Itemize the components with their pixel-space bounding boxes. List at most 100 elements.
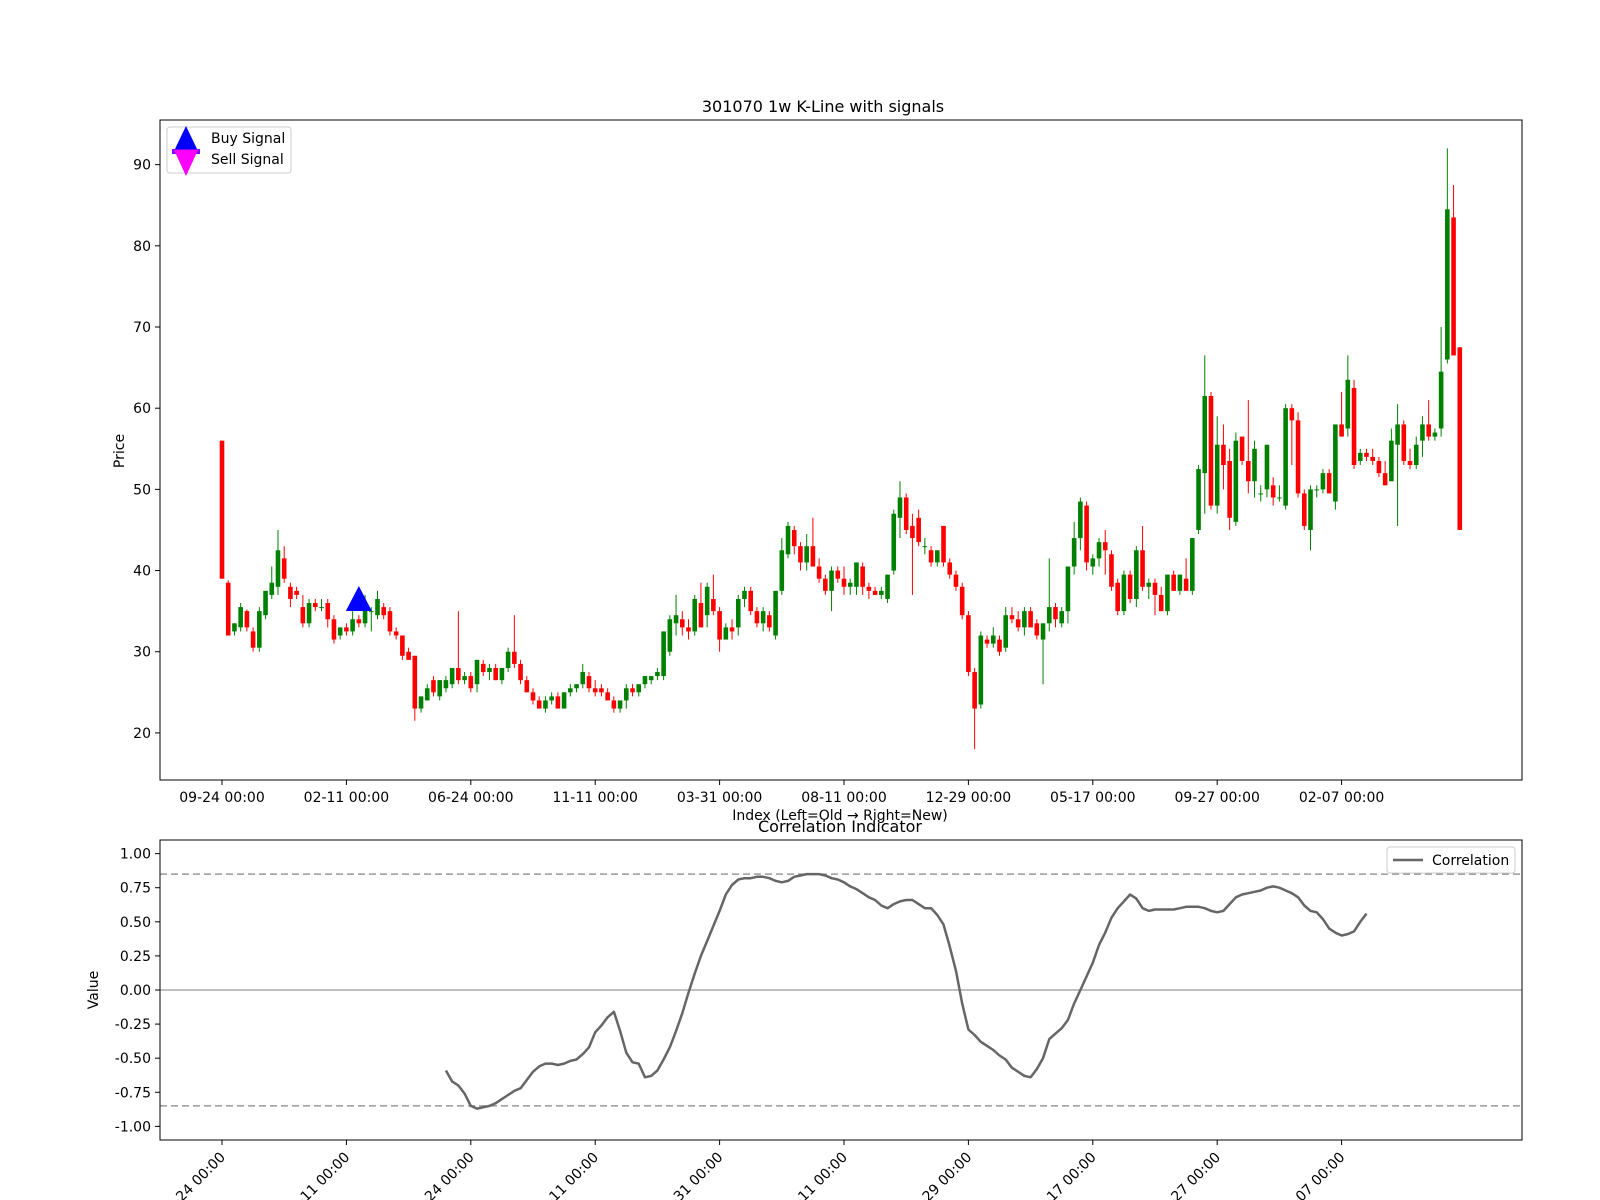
candle-172 — [1289, 404, 1295, 466]
candle-27 — [387, 607, 393, 636]
candle-171 — [1283, 404, 1288, 510]
candle-body-124 — [990, 635, 996, 644]
correlation-y-tick-label-6: -0.50 — [115, 1051, 151, 1067]
correlation-x-tick-label-4: 03-31 00:00 — [655, 1150, 727, 1200]
candle-body-173 — [1295, 420, 1301, 494]
candle-body-134 — [1053, 607, 1058, 620]
candle-37 — [449, 667, 455, 689]
candle-43 — [487, 663, 492, 681]
candle-1 — [225, 580, 231, 636]
candle-57 — [574, 684, 579, 693]
candle-body-1 — [225, 582, 231, 636]
candle-194 — [1426, 400, 1431, 441]
candle-155 — [1183, 558, 1189, 591]
candle-body-67 — [636, 684, 642, 693]
candle-body-78 — [704, 586, 710, 616]
correlation-x-tick-marks — [221, 1140, 1343, 1145]
candle-body-8 — [269, 582, 275, 595]
candle-body-83 — [735, 598, 741, 628]
candle-body-39 — [462, 676, 467, 681]
candle-63 — [611, 696, 617, 713]
candle-128 — [1015, 611, 1021, 632]
candle-body-54 — [555, 696, 561, 709]
candle-142 — [1102, 529, 1108, 575]
candle-body-126 — [1003, 615, 1009, 648]
kline-y-tick-label-1: 30 — [133, 645, 151, 661]
candle-body-59 — [586, 676, 592, 689]
candle-body-11 — [288, 586, 293, 599]
candle-body-160 — [1214, 444, 1220, 506]
candle-body-40 — [468, 676, 474, 689]
candle-body-196 — [1438, 371, 1444, 429]
candle-4 — [244, 609, 250, 632]
candle-body-85 — [748, 590, 753, 612]
candle-195 — [1432, 428, 1438, 441]
candle-body-7 — [263, 590, 268, 616]
candle-187 — [1382, 460, 1388, 486]
candle-body-15 — [313, 603, 318, 608]
candle-79 — [711, 574, 716, 616]
candle-body-31 — [412, 655, 418, 709]
candle-186 — [1376, 456, 1382, 478]
candle-body-146 — [1127, 574, 1133, 599]
correlation-x-tick-label-0: 09-24 00:00 — [157, 1150, 229, 1200]
kline-y-tick-marks — [155, 164, 160, 734]
candle-body-89 — [773, 590, 778, 636]
candle-body-32 — [418, 696, 424, 709]
kline-x-tick-label-9: 02-07 00:00 — [1299, 790, 1384, 806]
correlation-x-tick-label-7: 05-17 00:00 — [1028, 1150, 1100, 1200]
candle-136 — [1065, 566, 1071, 624]
candle-180 — [1339, 391, 1344, 437]
candle-body-21 — [350, 619, 355, 632]
candle-body-130 — [1028, 611, 1033, 628]
candle-41 — [474, 659, 480, 693]
candle-5 — [250, 627, 256, 652]
correlation-x-tick-label-1: 02-11 00:00 — [281, 1150, 353, 1200]
kline-x-tick-label-6: 12-29 00:00 — [926, 790, 1011, 806]
candle-148 — [1140, 525, 1145, 591]
candle-19 — [337, 627, 343, 640]
candle-59 — [586, 672, 592, 693]
correlation-y-tick-label-7: -0.75 — [115, 1085, 151, 1101]
candle-body-181 — [1345, 379, 1351, 429]
candle-body-44 — [493, 667, 498, 681]
candle-body-167 — [1258, 493, 1264, 495]
candle-body-120 — [966, 615, 971, 673]
candle-26 — [381, 603, 387, 620]
candle-body-145 — [1121, 574, 1127, 612]
candle-75 — [686, 619, 691, 640]
candle-123 — [984, 635, 990, 648]
candle-86 — [754, 607, 760, 628]
candle-body-165 — [1246, 460, 1251, 482]
candle-body-94 — [804, 546, 809, 563]
candle-83 — [735, 594, 741, 636]
correlation-y-tick-label-1: 0.75 — [120, 881, 151, 897]
candle-body-33 — [424, 688, 430, 701]
kline-panel: 301070 1w K-Line with signals 20 30 40 50 60… — [112, 97, 1523, 824]
candle-10 — [281, 546, 287, 583]
candle-92 — [791, 525, 797, 555]
candle-60 — [592, 680, 598, 697]
correlation-x-tick-label-2: 06-24 00:00 — [406, 1150, 478, 1200]
candle-144 — [1115, 578, 1120, 616]
correlation-x-tick-label-3: 11-11 00:00 — [530, 1150, 602, 1200]
candle-body-52 — [543, 700, 548, 709]
candle-body-66 — [630, 688, 635, 693]
correlation-y-tick-label-8: -1.00 — [115, 1119, 151, 1135]
candle-36 — [443, 676, 449, 693]
candle-body-88 — [767, 615, 772, 628]
candle-body-82 — [729, 627, 735, 632]
candle-48 — [518, 659, 523, 685]
candle-body-43 — [487, 667, 492, 673]
candle-110 — [903, 493, 909, 535]
candle-body-197 — [1445, 209, 1450, 360]
candle-body-2 — [232, 623, 237, 632]
candle-body-50 — [530, 692, 536, 701]
candle-176 — [1314, 485, 1320, 498]
candle-body-47 — [512, 651, 517, 664]
candle-164 — [1239, 436, 1245, 466]
candle-61 — [599, 684, 604, 697]
candle-body-27 — [387, 611, 393, 632]
candle-body-111 — [910, 525, 915, 539]
candle-14 — [306, 598, 312, 628]
